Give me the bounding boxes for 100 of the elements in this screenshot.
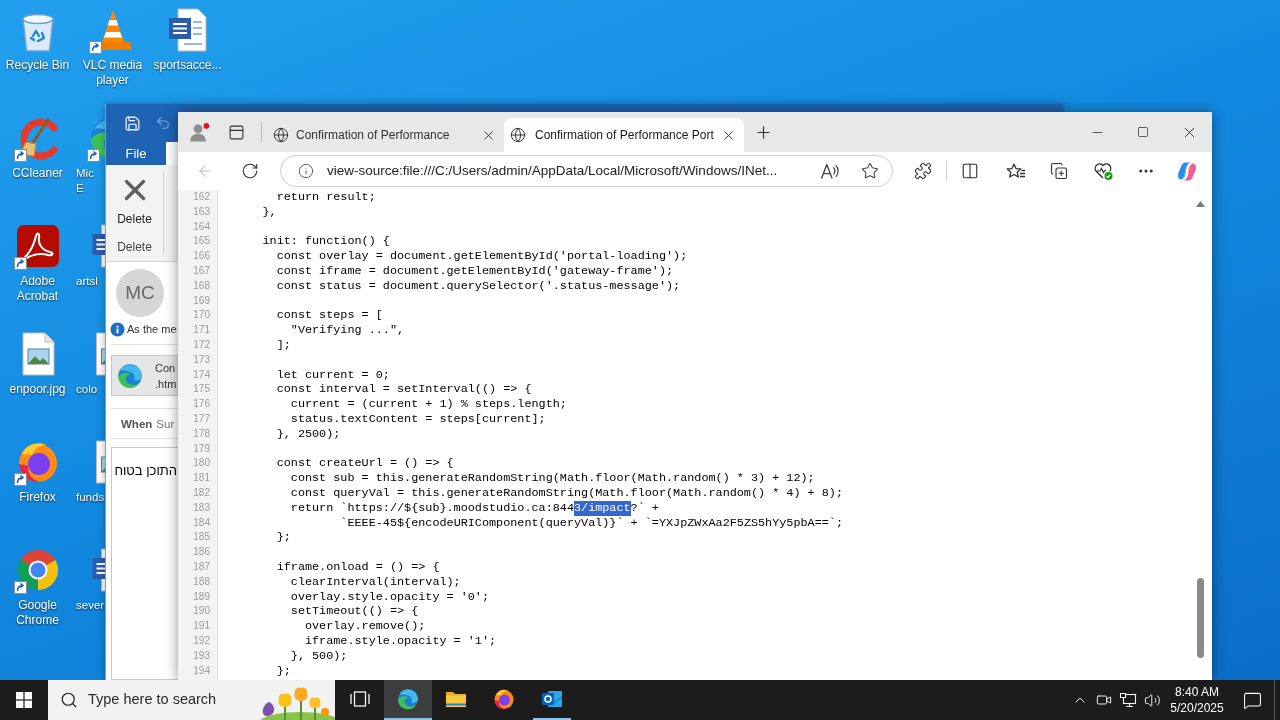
code-text: init: function() {	[262, 234, 390, 250]
desktop-icon[interactable]: sportsacce...	[150, 0, 225, 73]
line-number: 179	[193, 441, 210, 456]
search-box[interactable]: Type here to search	[48, 680, 335, 720]
info-message: As the me	[127, 321, 177, 337]
save-icon[interactable]	[124, 114, 141, 132]
line-number: 183	[193, 500, 210, 515]
favorites-icon[interactable]	[1006, 163, 1026, 179]
line-number: 173	[193, 352, 210, 367]
code-text: return result;	[276, 190, 376, 205]
line-number: 192	[193, 633, 210, 648]
file-tab[interactable]: File	[106, 142, 166, 165]
line-number: 177	[193, 411, 210, 426]
refresh-icon[interactable]	[241, 162, 259, 180]
line-number: 191	[193, 619, 210, 634]
code-text: "Verifying ...",	[290, 323, 405, 338]
clock-time[interactable]: 8:40 AM	[1175, 684, 1219, 700]
info-icon	[110, 321, 125, 337]
line-number: 187	[193, 559, 210, 574]
code-text: }, 2500);	[276, 426, 341, 442]
line-number: 169	[193, 293, 210, 308]
line-number: 172	[193, 337, 210, 352]
code-text: const sub = this.generateRandomString(Math.floor(Math.random() * 3) + 12);	[290, 471, 815, 486]
code-text: },	[262, 204, 277, 220]
code-text: const interval = setInterval(() => {	[276, 382, 532, 398]
body-text: התוכן בטוח	[113, 463, 177, 479]
line-number: 166	[193, 249, 210, 264]
line-number: 186	[193, 545, 210, 560]
browser-tab[interactable]: Confirmation of Performance Port	[504, 118, 744, 152]
code-text: overlay.style.opacity = '0';	[290, 589, 490, 605]
desktop-icon[interactable]: Recycle Bin	[0, 0, 75, 73]
line-number: 180	[193, 456, 210, 471]
address-bar[interactable]: view-source:file:///C:/Users/admin/AppData/Local/Microsoft/Windows/INet...	[280, 155, 893, 187]
globe-icon	[273, 127, 289, 143]
scrollbar-thumb[interactable]	[1196, 578, 1204, 658]
desktop-icon[interactable]: Firefox	[0, 432, 75, 505]
video-camera-icon[interactable]	[1096, 692, 1112, 708]
line-number: 167	[193, 264, 210, 278]
code-text: };	[276, 663, 291, 679]
code-text: }, 500);	[290, 648, 348, 664]
code-text: const status = document.querySelector('.status-message');	[276, 278, 681, 294]
search-icon	[60, 691, 78, 709]
swirl-browser-icon	[396, 687, 420, 711]
line-number: 193	[193, 648, 210, 663]
maximize-icon[interactable]	[1137, 126, 1149, 138]
read-aloud-icon[interactable]	[821, 163, 839, 179]
desktop-icon[interactable]: enpoor.jpg	[0, 324, 75, 397]
line-number: 164	[193, 219, 210, 234]
line-number: 194	[193, 663, 210, 678]
desktop-icon[interactable]: Adobe Acrobat	[0, 216, 75, 304]
clock-date[interactable]: 5/20/2025	[1170, 700, 1224, 716]
line-number: 163	[193, 204, 210, 219]
heart-pulse-icon[interactable]	[1093, 161, 1113, 181]
scroll-up-arrow-icon[interactable]	[1195, 201, 1205, 207]
desktop-icon[interactable]: VLC media player	[75, 0, 150, 88]
network-icon[interactable]	[1119, 692, 1137, 708]
desktop-icon[interactable]: Google Chrome	[0, 540, 75, 628]
code-text: return `https://${sub}.moodstudio.ca:844	[290, 500, 574, 516]
extensions-icon[interactable]	[914, 162, 932, 180]
profile-icon[interactable]	[189, 122, 211, 142]
sender-avatar: MC	[116, 269, 164, 317]
code-text: status.textContent = steps[current];	[290, 411, 546, 427]
line-number: 171	[193, 323, 210, 338]
code-text: current = (current + 1) % steps.length;	[290, 397, 567, 412]
volume-icon[interactable]	[1143, 691, 1161, 709]
info-icon[interactable]	[298, 163, 314, 179]
favorite-star-icon[interactable]	[861, 162, 879, 180]
fox-browser-icon	[492, 687, 516, 711]
code-text: clearInterval(interval);	[290, 574, 461, 590]
taskbar-button[interactable]	[384, 680, 432, 720]
desktop-icon[interactable]: CCleaner	[0, 108, 75, 181]
line-number: 190	[193, 604, 210, 619]
code-text: const iframe = document.getElementById('gateway-frame');	[276, 264, 674, 279]
field-value: Sur	[156, 416, 175, 432]
split-screen-icon[interactable]	[961, 162, 979, 180]
delete-button[interactable]: Delete	[117, 171, 152, 227]
line-number: 181	[193, 471, 210, 486]
line-number: 178	[193, 426, 210, 441]
globe-icon	[510, 127, 526, 143]
code-text: const overlay = document.getElementById('portal-loading');	[276, 249, 688, 264]
line-number: 170	[193, 308, 210, 323]
line-number: 185	[193, 530, 210, 545]
windows-logo-icon[interactable]	[16, 692, 32, 708]
line-number: 182	[193, 485, 210, 500]
ribbon-group-label: Delete	[117, 240, 152, 255]
code-text: setTimeout(() => {	[290, 604, 419, 620]
code-text: iframe.style.opacity = '1';	[304, 633, 497, 649]
code-text: ];	[276, 337, 291, 353]
line-number: 165	[193, 234, 210, 249]
code-text: const queryVal = this.generateRandomString(Math.floor(Math.random() * 4) + 8);	[290, 485, 843, 501]
field-label: When	[121, 416, 153, 432]
code-text: const steps = [	[276, 308, 383, 324]
line-number: 175	[193, 382, 210, 397]
panel-icon[interactable]	[228, 123, 245, 141]
assistant-icon[interactable]	[1177, 161, 1197, 181]
code-text: overlay.remove();	[304, 619, 426, 634]
notification-icon[interactable]	[1242, 690, 1262, 710]
search-field[interactable]: Type here to search	[88, 689, 228, 711]
line-number: 184	[193, 515, 210, 530]
collections-icon[interactable]	[1050, 162, 1068, 180]
